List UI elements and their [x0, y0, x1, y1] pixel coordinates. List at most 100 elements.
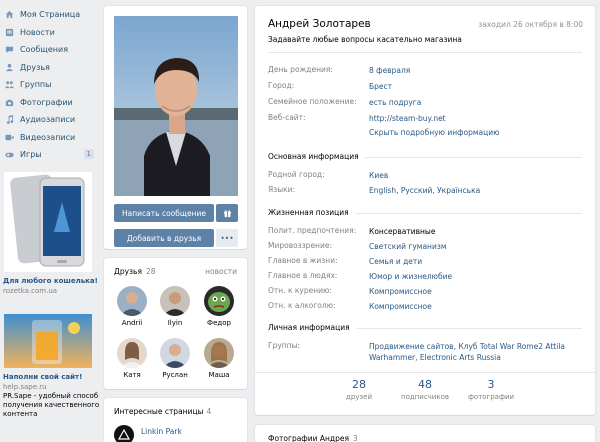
ad-domain: help.sape.ru	[3, 383, 47, 391]
friend-name[interactable]: Маша	[199, 371, 239, 379]
messages-icon	[4, 45, 14, 54]
photos-card: Фотографии Андрея 3	[255, 425, 595, 442]
left-menu: Моя Страница Новости Сообщения Друзья Гр…	[0, 6, 100, 164]
info-value[interactable]: Киев	[369, 170, 579, 181]
menu-item-news[interactable]: Новости	[0, 24, 100, 42]
pages-title[interactable]: Интересные страницы	[114, 407, 203, 416]
menu-item-photos[interactable]: Фотографии	[0, 94, 100, 112]
info-label: Главное в людях:	[268, 271, 338, 280]
friend-item[interactable]: Andrii	[112, 286, 152, 327]
friend-item[interactable]: Маша	[199, 338, 239, 379]
menu-item-audio[interactable]: Аудиозаписи	[0, 111, 100, 129]
home-icon	[4, 10, 14, 19]
menu-item-label: Игры	[20, 150, 42, 160]
info-value[interactable]: Брест	[369, 81, 579, 92]
menu-item-label: Видеозаписи	[20, 132, 76, 142]
info-label: Главное в жизни:	[268, 256, 338, 265]
profile-avatar[interactable]	[114, 16, 238, 196]
add-friend-button[interactable]: Добавить в друзья	[114, 229, 214, 247]
friend-avatar[interactable]	[204, 338, 234, 368]
info-label: Родной город:	[268, 170, 325, 179]
counter-friends[interactable]: 28 друзей	[326, 378, 392, 401]
photos-header[interactable]: Фотографии Андрея 3	[268, 434, 358, 442]
counter-number: 28	[352, 378, 366, 391]
gift-button[interactable]	[216, 204, 238, 222]
menu-item-video[interactable]: Видеозаписи	[0, 129, 100, 147]
friend-name[interactable]: Федор	[199, 319, 239, 327]
section-title-position: Жизненная позиция	[268, 208, 355, 217]
photos-title[interactable]: Фотографии Андрея	[268, 434, 349, 442]
menu-item-messages[interactable]: Сообщения	[0, 41, 100, 59]
friend-item[interactable]: Федор	[199, 286, 239, 327]
divider	[268, 52, 582, 53]
info-value[interactable]: http://steam-buy.net	[369, 113, 579, 124]
games-count-badge: 1	[83, 149, 94, 159]
counter-label: друзей	[345, 393, 372, 401]
photos-count: 3	[352, 434, 358, 442]
gift-icon	[223, 209, 231, 217]
more-actions-button[interactable]: •••	[216, 229, 238, 247]
info-row-groups: Группы: Продвижение сайтов, Клуб Total W…	[268, 341, 579, 363]
friend-avatar[interactable]	[160, 338, 190, 368]
friends-icon	[4, 63, 14, 72]
info-row-city: Город: Брест	[268, 81, 579, 92]
counter-photos[interactable]: 3 фотографии	[458, 378, 524, 401]
info-value[interactable]: Светский гуманизм	[369, 241, 579, 252]
ad-title[interactable]: Наполни свой сайт!	[3, 373, 100, 382]
friend-item[interactable]: Катя	[112, 338, 152, 379]
friends-news-link[interactable]: новости	[205, 267, 237, 276]
friend-name[interactable]: Катя	[112, 371, 152, 379]
ad-title[interactable]: Для любого кошелька!	[3, 277, 100, 286]
menu-item-games[interactable]: Игры 1	[0, 146, 100, 164]
friend-avatar[interactable]	[117, 286, 147, 316]
counter-label: фотографии	[467, 393, 515, 401]
menu-item-groups[interactable]: Группы	[0, 76, 100, 94]
profile-info-card: Андрей Золотарев заходил 26 октября в 8:…	[255, 6, 595, 415]
friend-avatar[interactable]	[204, 286, 234, 316]
ad-block-phone[interactable]: Для любого кошелька! rozetka.com.ua	[0, 172, 100, 296]
info-value[interactable]: English, Русский, Українська	[369, 185, 579, 196]
music-icon	[4, 115, 14, 125]
menu-item-label: Сообщения	[20, 45, 69, 55]
counter-number: 3	[487, 378, 495, 391]
info-value[interactable]: Продвижение сайтов, Клуб Total War Rome2…	[369, 341, 579, 363]
friends-header[interactable]: Друзья 28	[114, 267, 156, 276]
info-row-worldview: Мировоззрение: Светский гуманизм	[268, 241, 579, 252]
friend-item[interactable]: Ilyin	[155, 286, 195, 327]
menu-item-my-page[interactable]: Моя Страница	[0, 6, 100, 24]
info-value[interactable]: Компромиссное	[369, 301, 579, 312]
friend-name[interactable]: Ilyin	[155, 319, 195, 327]
send-message-button[interactable]: Написать сообщение	[114, 204, 214, 222]
friend-item[interactable]: Руслан	[155, 338, 195, 379]
friend-avatar[interactable]	[160, 286, 190, 316]
profile-name: Андрей Золотарев	[268, 18, 371, 30]
info-row-alcohol: Отн. к алкоголю: Компромиссное	[268, 301, 579, 312]
profile-photo-card: Написать сообщение Добавить в друзья •••	[104, 6, 247, 249]
toggle-details-link[interactable]: Скрыть подробную информацию	[369, 128, 499, 137]
friend-avatar[interactable]	[117, 338, 147, 368]
menu-item-friends[interactable]: Друзья	[0, 59, 100, 77]
page-item[interactable]: Linkin Park	[114, 425, 182, 442]
info-value[interactable]: Компромиссное	[369, 286, 579, 297]
info-row-people-main: Главное в людях: Юмор и жизнелюбие	[268, 271, 579, 282]
ad-block-sape[interactable]: Наполни свой сайт! help.sape.ru PR.Sape …	[0, 314, 100, 419]
friend-name[interactable]: Руслан	[155, 371, 195, 379]
counter-number: 48	[418, 378, 432, 391]
pages-header[interactable]: Интересные страницы 4	[114, 407, 211, 416]
groups-icon	[4, 80, 14, 89]
page-avatar[interactable]	[114, 425, 134, 442]
friends-title[interactable]: Друзья	[114, 267, 142, 276]
info-value[interactable]: 8 февраля	[369, 65, 579, 76]
info-value[interactable]: Юмор и жизнелюбие	[369, 271, 579, 282]
friend-name[interactable]: Andrii	[112, 319, 152, 327]
info-row-languages: Языки: English, Русский, Українська	[268, 185, 579, 196]
counter-followers[interactable]: 48 подписчиков	[392, 378, 458, 401]
info-value[interactable]: есть подруга	[369, 97, 579, 108]
info-row-relationship: Семейное положение: есть подруга	[268, 97, 579, 108]
page-name[interactable]: Linkin Park	[141, 427, 182, 436]
profile-status[interactable]: Задавайте любые вопросы касательно магаз…	[268, 35, 462, 44]
section-title-personal: Личная информация	[268, 323, 356, 332]
info-value[interactable]: Семья и дети	[369, 256, 579, 267]
info-row-life-main: Главное в жизни: Семья и дети	[268, 256, 579, 267]
info-label: Отн. к курению:	[268, 286, 332, 295]
